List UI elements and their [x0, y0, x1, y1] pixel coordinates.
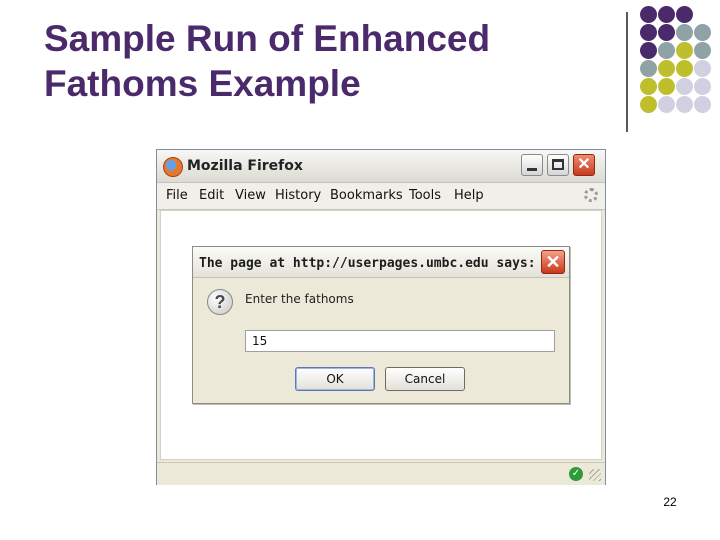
menu-view[interactable]: View: [235, 188, 266, 203]
window-title: Mozilla Firefox: [187, 158, 303, 174]
dot-lavender: [694, 60, 711, 77]
dot-olive: [640, 78, 657, 95]
dialog-close-button[interactable]: ✕: [541, 250, 565, 274]
minimize-icon: [527, 168, 537, 171]
dot-teal: [640, 60, 657, 77]
dot-olive: [676, 60, 693, 77]
menu-history[interactable]: History: [275, 188, 321, 203]
dot-olive: [676, 42, 693, 59]
menu-edit[interactable]: Edit: [199, 188, 224, 203]
menu-bookmarks[interactable]: Bookmarks: [330, 188, 403, 203]
cancel-button[interactable]: Cancel: [385, 367, 465, 391]
dot-purple: [676, 6, 693, 23]
dot-lavender: [658, 96, 675, 113]
slide-title-line-2: Fathoms Example: [44, 63, 361, 104]
dot-purple: [640, 24, 657, 41]
page-number: 22: [663, 495, 677, 509]
slide-title: Sample Run of Enhanced Fathoms Example: [44, 16, 584, 106]
dot-lavender: [676, 78, 693, 95]
fathoms-input[interactable]: 15: [245, 330, 555, 352]
dot-teal: [694, 42, 711, 59]
close-window-button[interactable]: ✕: [573, 154, 595, 176]
dot-teal: [658, 42, 675, 59]
slide-title-line-1: Sample Run of Enhanced: [44, 18, 491, 59]
menu-tools[interactable]: Tools: [409, 188, 441, 203]
status-bar: ✓: [157, 462, 605, 485]
dialog-titlebar: The page at http://userpages.umbc.edu sa…: [193, 247, 569, 278]
check-icon: ✓: [569, 467, 583, 481]
menu-file[interactable]: File: [166, 188, 188, 203]
dot-purple: [658, 24, 675, 41]
dot-teal: [694, 24, 711, 41]
maximize-icon: [552, 159, 564, 170]
ok-button[interactable]: OK: [295, 367, 375, 391]
resize-grip[interactable]: [589, 469, 601, 481]
close-icon: ✕: [577, 156, 591, 173]
dot-purple: [640, 6, 657, 23]
dot-lavender: [676, 96, 693, 113]
dialog-title: The page at http://userpages.umbc.edu sa…: [199, 256, 536, 271]
dot-lavender: [694, 78, 711, 95]
window-titlebar: Mozilla Firefox ✕: [157, 150, 605, 183]
dot-olive: [658, 60, 675, 77]
dot-olive: [640, 96, 657, 113]
dot-lavender: [694, 96, 711, 113]
dot-purple: [640, 42, 657, 59]
dot-teal: [676, 24, 693, 41]
maximize-button[interactable]: [547, 154, 569, 176]
divider-line: [626, 12, 628, 132]
dot-purple: [658, 6, 675, 23]
dot-olive: [658, 78, 675, 95]
prompt-message: Enter the fathoms: [245, 292, 354, 306]
question-icon: ?: [207, 289, 233, 315]
menu-bar: File Edit View History Bookmarks Tools H…: [157, 183, 605, 210]
prompt-dialog: The page at http://userpages.umbc.edu sa…: [192, 246, 570, 404]
menu-help[interactable]: Help: [454, 188, 484, 203]
activity-throbber-icon: [584, 188, 598, 202]
minimize-button[interactable]: [521, 154, 543, 176]
firefox-logo-icon: [163, 157, 183, 177]
